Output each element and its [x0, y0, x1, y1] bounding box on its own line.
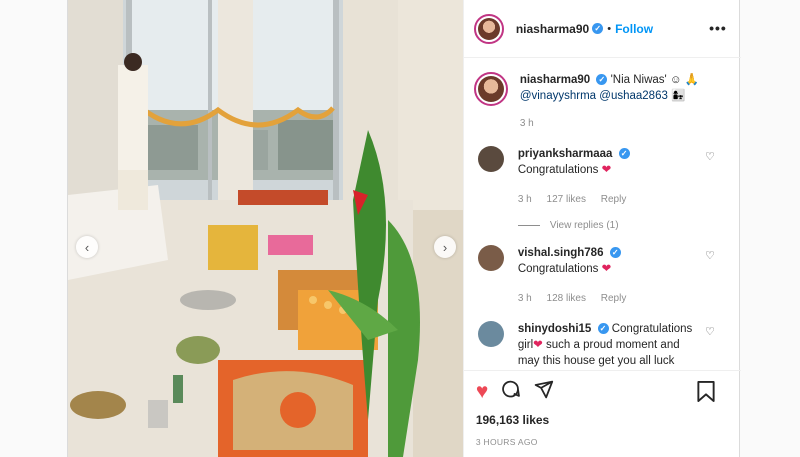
red-heart-emoji: ❤ — [601, 164, 612, 176]
like-comment-heart-icon[interactable]: ♡ — [705, 150, 715, 163]
author-avatar[interactable] — [473, 13, 504, 44]
instagram-post: ‹ › niasharma90 ✓ • Follow ••• niasharma… — [67, 0, 741, 457]
author-username[interactable]: niasharma90 — [516, 22, 589, 36]
commenter-avatar[interactable] — [477, 146, 504, 172]
bookmark-icon[interactable] — [697, 381, 715, 407]
commenter-username[interactable]: vishal.singh786 — [518, 247, 604, 259]
likes-count[interactable]: 196,163 likes — [476, 413, 729, 427]
post-side-panel: niasharma90 ✓ • Follow ••• niasharma90 ✓… — [462, 0, 741, 457]
comment-text: Congratulations — [517, 263, 599, 275]
view-replies-label[interactable]: View replies (1) — [550, 220, 619, 231]
verified-badge-icon: ✓ — [596, 74, 608, 86]
red-heart-emoji: ❤ — [533, 339, 543, 351]
verified-badge-icon: ✓ — [597, 323, 609, 335]
commenter-username[interactable]: priyanksharmaaa — [518, 148, 613, 160]
reply-button[interactable]: Reply — [601, 293, 627, 304]
send-plane-icon[interactable] — [533, 379, 554, 405]
comment-item: shinydoshi15 ✓ Congratulations girl❤ suc… — [474, 321, 731, 369]
comment-text-continued: such a proud moment and may this house g… — [517, 339, 680, 367]
caption-avatar[interactable] — [473, 72, 508, 106]
post-header: niasharma90 ✓ • Follow ••• — [463, 0, 741, 58]
comment-time[interactable]: 3 h — [518, 194, 532, 205]
reply-button[interactable]: Reply — [601, 194, 627, 205]
verified-badge-icon: ✓ — [592, 23, 604, 34]
post-actions: ♥ 196,163 likes 3 HOURS AGO — [463, 370, 741, 457]
heart-filled-icon[interactable]: ♥ — [476, 381, 488, 403]
follow-button[interactable]: Follow — [615, 22, 653, 36]
caption-text: 'Nia Niwas' ☺ 🙏 — [610, 74, 700, 86]
like-comment-heart-icon[interactable]: ♡ — [705, 325, 715, 338]
post-caption: niasharma90 ✓ 'Nia Niwas' ☺ 🙏 @vinayyshr… — [473, 72, 731, 132]
commenter-avatar[interactable] — [477, 245, 504, 271]
red-heart-emoji: ❤ — [601, 263, 612, 275]
post-timestamp[interactable]: 3 HOURS AGO — [476, 437, 729, 447]
next-photo-button[interactable]: › — [434, 236, 456, 258]
mention-link[interactable]: @vinayyshrma — [520, 90, 596, 102]
caption-emoji: 👩‍👧 — [671, 90, 686, 102]
comment-likes[interactable]: 128 likes — [547, 293, 586, 304]
caption-username[interactable]: niasharma90 — [520, 74, 590, 86]
previous-photo-button[interactable]: ‹ — [76, 236, 98, 258]
comment-bubble-icon[interactable] — [500, 379, 521, 405]
like-comment-heart-icon[interactable]: ♡ — [705, 249, 715, 262]
commenter-avatar[interactable] — [477, 321, 504, 347]
comment-item: priyanksharmaaa ✓ Congratulations ❤ 3 h … — [474, 146, 731, 208]
post-photo[interactable]: ‹ › — [68, 0, 463, 457]
comment-item: vishal.singh786 ✓ Congratulations ❤ 3 h … — [474, 245, 731, 307]
divider — [517, 225, 540, 226]
mention-link[interactable]: @ushaa2863 — [599, 90, 668, 102]
puja-scene-illustration — [68, 0, 463, 457]
comment-text: Congratulations — [517, 164, 599, 176]
comment-likes[interactable]: 127 likes — [547, 194, 586, 205]
commenter-username[interactable]: shinydoshi15 — [518, 323, 592, 335]
verified-badge-icon: ✓ — [609, 247, 621, 259]
more-options-icon[interactable]: ••• — [709, 20, 727, 36]
verified-badge-icon: ✓ — [618, 148, 630, 160]
caption-time[interactable]: 3 h — [520, 118, 534, 129]
comments-section: niasharma90 ✓ 'Nia Niwas' ☺ 🙏 @vinayyshr… — [464, 58, 741, 370]
separator-dot: • — [607, 22, 612, 35]
comment-time[interactable]: 3 h — [518, 293, 532, 304]
view-replies-button[interactable]: View replies (1) — [517, 220, 731, 231]
